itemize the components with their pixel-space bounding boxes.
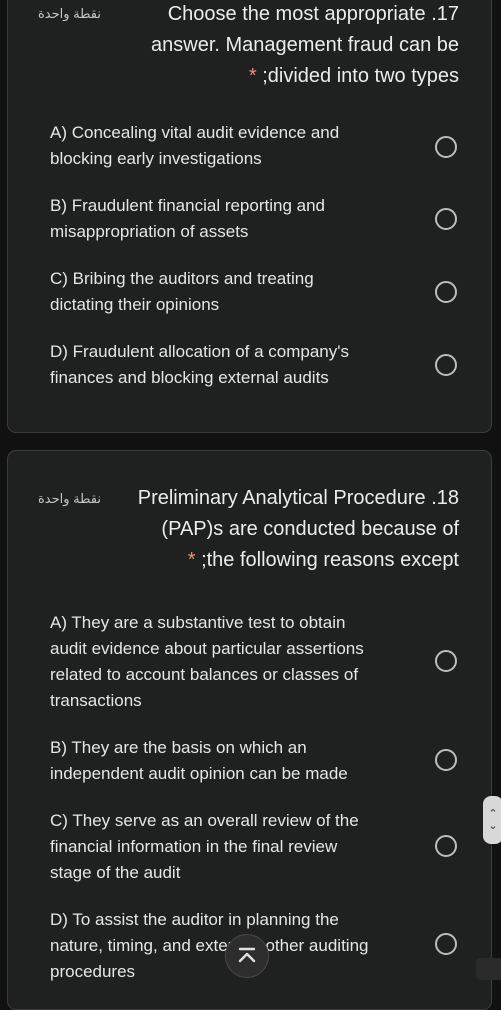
title-line: * ;divided into two types (248, 65, 459, 87)
option-a-radio[interactable] (435, 136, 457, 158)
title-line: Preliminary Analytical Procedure .18 (137, 487, 459, 509)
title-line: * ;the following reasons except (187, 549, 459, 571)
option-d-radio[interactable] (435, 354, 457, 376)
title-line: Choose the most appropriate .17 (167, 3, 459, 25)
option-a-radio[interactable] (435, 650, 457, 672)
option-b-label[interactable]: B) Fraudulent financial reporting and mi… (50, 193, 418, 245)
option-b-label[interactable]: B) They are the basis on which an indepe… (50, 735, 418, 787)
title-line: (PAP)s are conducted because of (161, 518, 459, 540)
points-label: نقطة واحدة (38, 491, 102, 506)
option-b-radio[interactable] (435, 749, 457, 771)
side-scroll-handle[interactable]: ⌃ ⌄ (483, 796, 501, 844)
option-d-radio[interactable] (435, 933, 457, 955)
points-label: نقطة واحدة (38, 6, 102, 21)
option-b-radio[interactable] (435, 208, 457, 230)
option-c-label[interactable]: C) Bribing the auditors and treating dic… (50, 266, 418, 318)
scroll-to-top-button[interactable] (225, 934, 269, 978)
question-card-17: نقطة واحدة Choose the most appropriate .… (7, 0, 492, 433)
option-c-radio[interactable] (435, 281, 457, 303)
question-title: Preliminary Analytical Procedure .18 (PA… (138, 483, 459, 576)
title-line: answer. Management fraud can be (151, 34, 459, 56)
required-asterisk: * (248, 65, 257, 87)
chevron-up-to-top-icon (238, 947, 256, 963)
question-card-18: نقطة واحدة Preliminary Analytical Proced… (7, 450, 492, 1010)
option-c-radio[interactable] (435, 835, 457, 857)
chevron-down-icon: ⌄ (488, 820, 498, 832)
option-a-label[interactable]: A) They are a substantive test to obtain… (50, 610, 418, 714)
option-d-label[interactable]: D) Fraudulent allocation of a company's … (50, 339, 418, 391)
option-a-label[interactable]: A) Concealing vital audit evidence and b… (50, 120, 418, 172)
chevron-up-icon: ⌃ (488, 808, 498, 820)
question-title: Choose the most appropriate .17 answer. … (151, 0, 459, 92)
option-c-label[interactable]: C) They serve as an overall review of th… (50, 808, 418, 886)
required-asterisk: * (187, 549, 196, 571)
corner-tab[interactable] (476, 958, 501, 980)
